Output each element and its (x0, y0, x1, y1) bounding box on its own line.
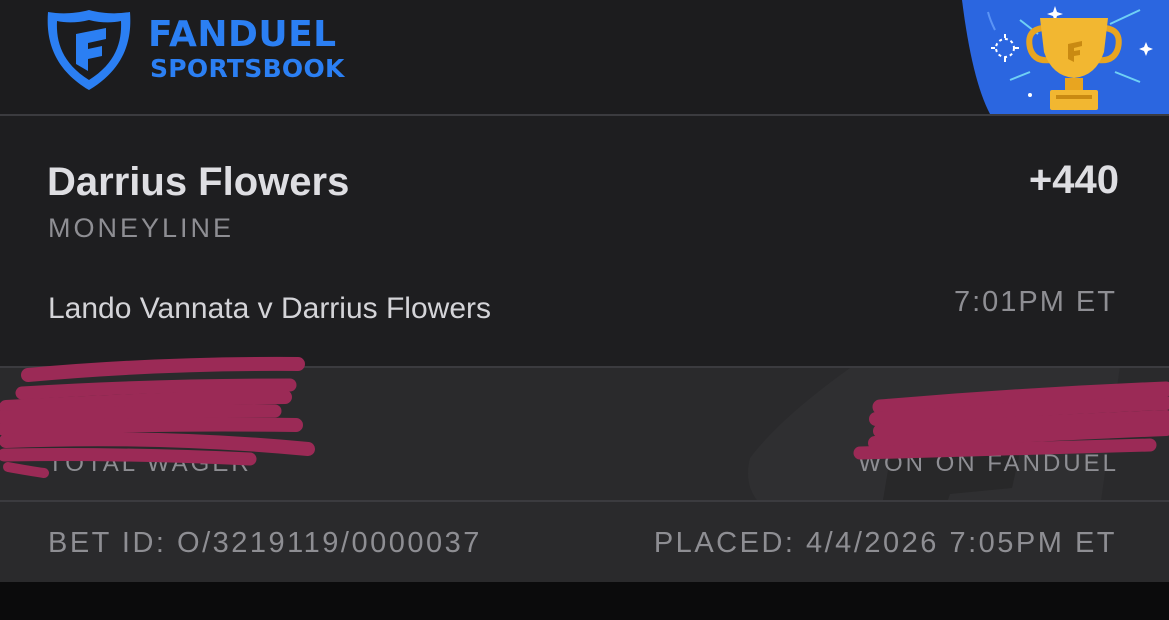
bet-selection: Darrius Flowers (47, 160, 350, 204)
bet-odds: +440 (1028, 158, 1119, 202)
bottom-area (0, 582, 1169, 620)
placed-timestamp: PLACED: 4/4/2026 7:05PM ET (653, 527, 1117, 559)
bet-market: MONEYLINE (48, 213, 235, 243)
brand-name: FANDUEL (148, 14, 337, 55)
brand-subtitle: SPORTSBOOK (150, 54, 345, 83)
fanduel-shield-icon (47, 10, 131, 90)
redaction-scribble (0, 356, 1169, 478)
bet-id: BET ID: O/3219119/0000037 (48, 527, 482, 559)
event-time: 7:01PM ET (953, 286, 1117, 318)
trophy-icon (962, 0, 1169, 114)
event-name: Lando Vannata v Darrius Flowers (48, 292, 491, 325)
app-header: FANDUEL SPORTSBOOK (0, 0, 1169, 114)
